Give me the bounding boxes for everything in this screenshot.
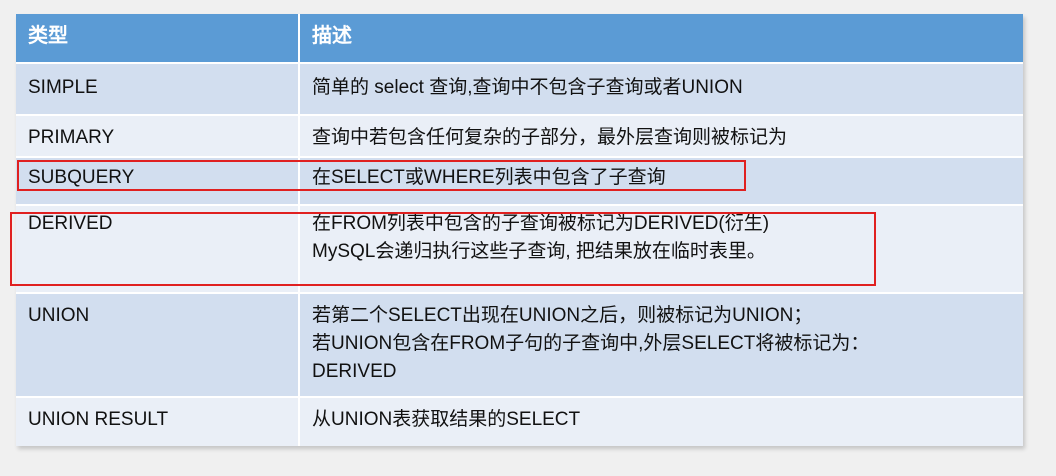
description-line: 若第二个SELECT出现在UNION之后，则被标记为UNION； bbox=[312, 305, 813, 326]
header-description: 描述 bbox=[312, 25, 352, 47]
row-type: UNION RESULT bbox=[16, 398, 300, 446]
description-line: 查询中若包含任何复杂的子部分，最外层查询则被标记为 bbox=[312, 127, 788, 148]
description-line: 简单的 select 查询,查询中不包含子查询或者UNION bbox=[312, 77, 743, 98]
header-type: 类型 bbox=[16, 14, 300, 62]
row-type: SUBQUERY bbox=[16, 158, 300, 204]
table-row: SIMPLE 简单的 select 查询,查询中不包含子查询或者UNION bbox=[16, 64, 1023, 116]
table-row: UNION 若第二个SELECT出现在UNION之后，则被标记为UNION； 若… bbox=[16, 294, 1023, 398]
description-line: 在SELECT或WHERE列表中包含了子查询 bbox=[312, 167, 666, 188]
row-type: UNION bbox=[16, 294, 300, 396]
row-type: DERIVED bbox=[16, 206, 300, 292]
row-type: SIMPLE bbox=[16, 64, 300, 114]
row-description: 查询中若包含任何复杂的子部分，最外层查询则被标记为 bbox=[300, 116, 1023, 156]
table-header-row: 类型 描述 bbox=[16, 14, 1023, 64]
row-type: PRIMARY bbox=[16, 116, 300, 156]
table-row: SUBQUERY 在SELECT或WHERE列表中包含了子查询 bbox=[16, 158, 1023, 206]
row-description: 简单的 select 查询,查询中不包含子查询或者UNION bbox=[300, 64, 1023, 114]
description-line: MySQL会递归执行这些子查询, 把结果放在临时表里。 bbox=[312, 241, 766, 262]
row-description: 从UNION表获取结果的SELECT bbox=[300, 398, 1023, 446]
table-row: UNION RESULT 从UNION表获取结果的SELECT bbox=[16, 398, 1023, 446]
slide-page: 类型 描述 SIMPLE 简单的 select 查询,查询中不包含子查询或者UN… bbox=[0, 0, 1056, 476]
description-line: DERIVED bbox=[312, 361, 397, 382]
row-description: 若第二个SELECT出现在UNION之后，则被标记为UNION； 若UNION包… bbox=[300, 294, 1023, 396]
description-line: 若UNION包含在FROM子句的子查询中,外层SELECT将被标记为： bbox=[312, 333, 870, 354]
table-row: PRIMARY 查询中若包含任何复杂的子部分，最外层查询则被标记为 bbox=[16, 116, 1023, 158]
table-row: DERIVED 在FROM列表中包含的子查询被标记为DERIVED(衍生) My… bbox=[16, 206, 1023, 294]
select-type-table: 类型 描述 SIMPLE 简单的 select 查询,查询中不包含子查询或者UN… bbox=[16, 14, 1023, 446]
row-description: 在SELECT或WHERE列表中包含了子查询 bbox=[300, 158, 1023, 204]
description-line: 在FROM列表中包含的子查询被标记为DERIVED(衍生) bbox=[312, 213, 770, 234]
description-line: 从UNION表获取结果的SELECT bbox=[312, 409, 581, 430]
row-description: 在FROM列表中包含的子查询被标记为DERIVED(衍生) MySQL会递归执行… bbox=[300, 206, 1023, 292]
